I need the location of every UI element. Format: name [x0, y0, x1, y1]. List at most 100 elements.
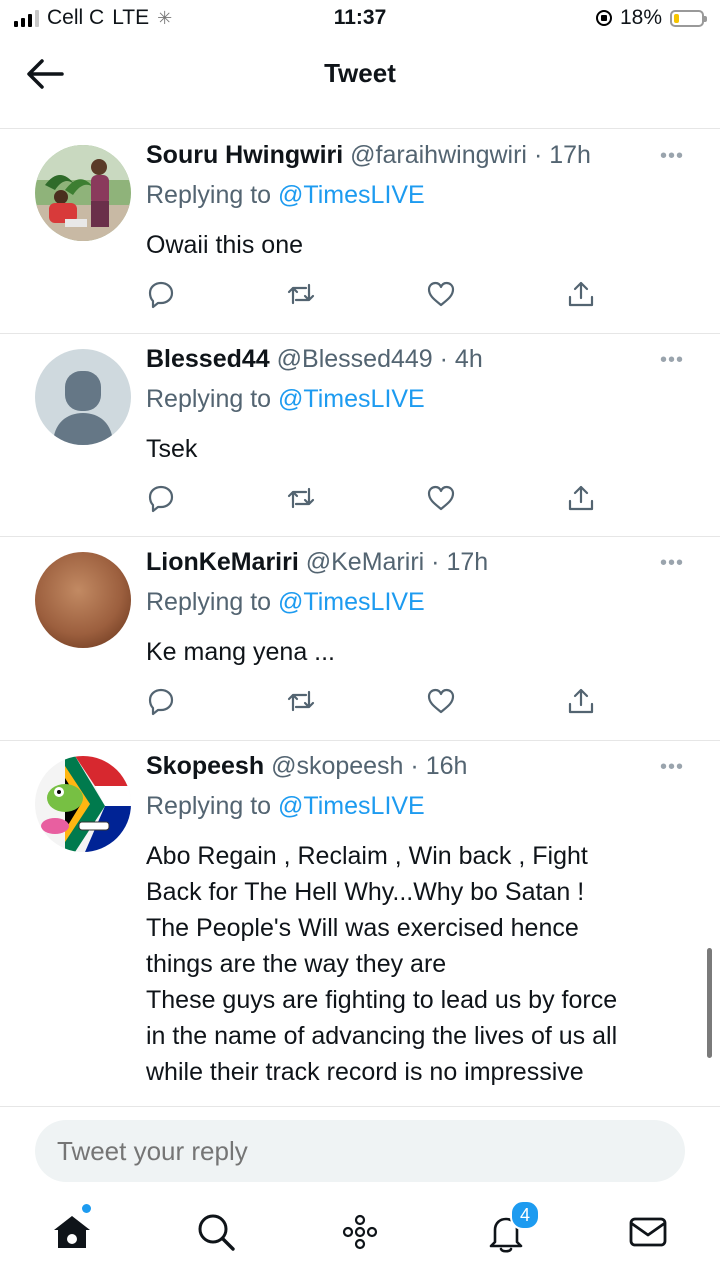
- status-right: 18%: [595, 6, 707, 30]
- tab-bar: 4: [0, 1192, 720, 1280]
- heart-icon: [427, 688, 455, 714]
- reply-button[interactable]: [146, 483, 176, 513]
- avatar[interactable]: [35, 349, 131, 445]
- mail-icon: [629, 1217, 667, 1247]
- author-name[interactable]: LionKeMariri: [146, 548, 299, 576]
- like-button[interactable]: [426, 483, 456, 513]
- retweet-icon: [287, 283, 315, 305]
- replying-to: Replying to @TimesLIVE: [146, 792, 425, 821]
- tab-spaces[interactable]: [338, 1210, 382, 1254]
- more-options-icon[interactable]: •••: [660, 553, 684, 573]
- home-icon: [54, 1216, 90, 1248]
- tweet-header: Souru Hwingwiri @faraihwingwiri · 17h: [146, 141, 591, 170]
- tweet-text: Abo Regain , Reclaim , Win back , Fight …: [146, 842, 618, 1086]
- mention-link[interactable]: @TimesLIVE: [278, 181, 425, 209]
- tweet-time: 4h: [454, 345, 483, 373]
- reply-icon: [148, 281, 174, 309]
- retweet-button[interactable]: [286, 686, 316, 716]
- search-icon: [198, 1214, 235, 1251]
- tweet-actions: [146, 483, 606, 513]
- default-avatar-icon: [35, 349, 131, 445]
- tweet-text: Tsek: [146, 435, 198, 463]
- orientation-lock-icon: [595, 10, 612, 26]
- brown-avatar-icon: [35, 552, 131, 648]
- reply-button[interactable]: [146, 279, 176, 309]
- header: Tweet: [0, 40, 720, 129]
- tweet[interactable]: Skopeesh @skopeesh · 16h ••• Replying to…: [0, 740, 720, 1107]
- replying-to: Replying to @TimesLIVE: [146, 385, 425, 414]
- battery-level: [674, 13, 679, 23]
- cartoon-flag-avatar-icon: [35, 756, 131, 852]
- like-button[interactable]: [426, 686, 456, 716]
- tweet-header: LionKeMariri @KeMariri · 17h: [146, 548, 488, 577]
- tweet[interactable]: LionKeMariri @KeMariri · 17h ••• Replyin…: [0, 536, 720, 741]
- author-name[interactable]: Souru Hwingwiri: [146, 141, 343, 169]
- replying-to: Replying to @TimesLIVE: [146, 588, 425, 617]
- new-content-dot: [82, 1204, 91, 1213]
- author-handle[interactable]: @Blessed449: [277, 345, 433, 373]
- tweet-time: 17h: [446, 548, 489, 576]
- tweet[interactable]: Souru Hwingwiri @faraihwingwiri · 17h ••…: [0, 129, 720, 334]
- author-name[interactable]: Blessed44: [146, 345, 270, 373]
- avatar[interactable]: [35, 756, 131, 852]
- replying-to-label: Replying to: [146, 181, 272, 209]
- replying-to: Replying to @TimesLIVE: [146, 181, 425, 210]
- reply-button[interactable]: [146, 686, 176, 716]
- spaces-icon: [342, 1214, 378, 1250]
- scrollbar[interactable]: [707, 948, 712, 1058]
- retweet-icon: [287, 690, 315, 712]
- separator: ·: [410, 752, 419, 780]
- notifications-badge: 4: [510, 1200, 540, 1230]
- separator: ·: [533, 141, 543, 169]
- mention-link[interactable]: @TimesLIVE: [278, 792, 425, 820]
- mention-link[interactable]: @TimesLIVE: [278, 385, 425, 413]
- share-button[interactable]: [566, 279, 596, 309]
- replying-to-label: Replying to: [146, 792, 272, 820]
- tweet-header: Blessed44 @Blessed449 · 4h: [146, 345, 483, 374]
- tweet-time: 16h: [425, 752, 468, 780]
- tab-home[interactable]: [50, 1204, 94, 1254]
- tab-notifications[interactable]: 4: [484, 1200, 540, 1254]
- share-icon: [568, 485, 594, 511]
- share-icon: [568, 688, 594, 714]
- separator: ·: [439, 345, 448, 373]
- retweet-icon: [287, 487, 315, 509]
- reply-icon: [148, 485, 174, 513]
- tab-messages[interactable]: [626, 1210, 670, 1254]
- share-icon: [568, 281, 594, 307]
- tweet-actions: [146, 686, 606, 716]
- reply-input[interactable]: [35, 1120, 685, 1182]
- battery-icon: [670, 9, 707, 27]
- separator: ·: [431, 548, 440, 576]
- avatar[interactable]: [35, 145, 131, 241]
- replying-to-label: Replying to: [146, 588, 272, 616]
- mention-link[interactable]: @TimesLIVE: [278, 588, 425, 616]
- author-handle[interactable]: @KeMariri: [306, 548, 424, 576]
- more-options-icon[interactable]: •••: [660, 146, 684, 166]
- retweet-button[interactable]: [286, 483, 316, 513]
- author-handle[interactable]: @faraihwingwiri: [350, 141, 527, 169]
- page-title: Tweet: [324, 58, 396, 88]
- heart-icon: [427, 281, 455, 307]
- tab-search[interactable]: [194, 1210, 238, 1254]
- replying-to-label: Replying to: [146, 385, 272, 413]
- photo-avatar-icon: [35, 145, 131, 241]
- author-handle[interactable]: @skopeesh: [271, 752, 403, 780]
- avatar[interactable]: [35, 552, 131, 648]
- share-button[interactable]: [566, 686, 596, 716]
- tweet-text: Owaii this one: [146, 231, 304, 259]
- heart-icon: [427, 485, 455, 511]
- tweet-actions: [146, 279, 606, 309]
- battery-percent: 18%: [619, 6, 662, 29]
- like-button[interactable]: [426, 279, 456, 309]
- more-options-icon[interactable]: •••: [660, 757, 684, 777]
- share-button[interactable]: [566, 483, 596, 513]
- tweet-text: Ke mang yena ...: [146, 638, 336, 666]
- more-options-icon[interactable]: •••: [660, 350, 684, 370]
- retweet-button[interactable]: [286, 279, 316, 309]
- tweet[interactable]: Blessed44 @Blessed449 · 4h ••• Replying …: [0, 333, 720, 537]
- tweet-header: Skopeesh @skopeesh · 16h: [146, 752, 467, 781]
- author-name[interactable]: Skopeesh: [146, 752, 264, 780]
- reply-bar: [0, 1106, 720, 1193]
- tweet-time: 17h: [549, 141, 591, 169]
